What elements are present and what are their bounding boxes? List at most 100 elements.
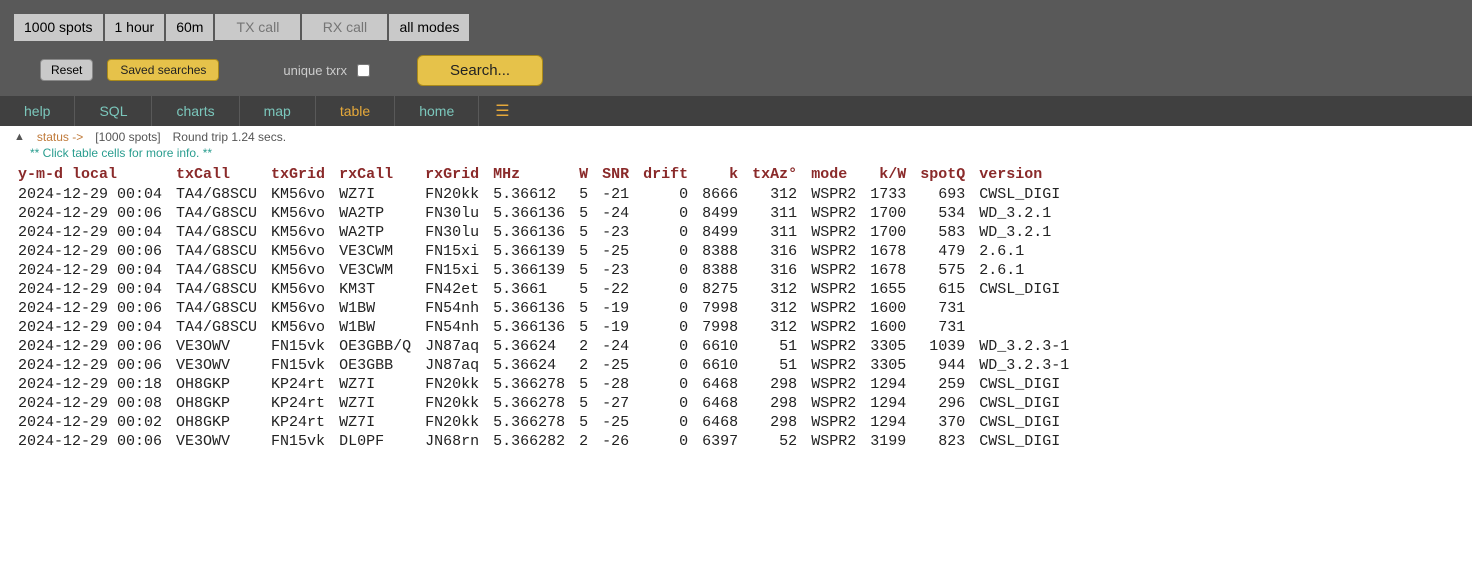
cell-txgrid[interactable]: KM56vo	[267, 223, 335, 242]
cell-snr[interactable]: -24	[598, 204, 639, 223]
cell-k[interactable]: 6397	[698, 432, 748, 451]
nav-charts[interactable]: charts	[152, 96, 239, 126]
cell-spotq[interactable]: 823	[916, 432, 975, 451]
cell-mhz[interactable]: 5.36624	[489, 356, 575, 375]
cell-k[interactable]: 6468	[698, 413, 748, 432]
cell-snr[interactable]: -27	[598, 394, 639, 413]
cell-w[interactable]: 5	[575, 261, 598, 280]
cell-w[interactable]: 5	[575, 242, 598, 261]
cell-mhz[interactable]: 5.3661	[489, 280, 575, 299]
cell-drift[interactable]: 0	[639, 242, 698, 261]
cell-drift[interactable]: 0	[639, 356, 698, 375]
cell-snr[interactable]: -19	[598, 299, 639, 318]
nav-help[interactable]: help	[0, 96, 75, 126]
saved-searches-button[interactable]: Saved searches	[107, 59, 219, 81]
cell-version[interactable]: CWSL_DIGI	[975, 432, 1079, 451]
cell-w[interactable]: 5	[575, 204, 598, 223]
cell-w[interactable]: 5	[575, 318, 598, 337]
cell-mode[interactable]: WSPR2	[807, 413, 866, 432]
cell-mode[interactable]: WSPR2	[807, 299, 866, 318]
cell-mode[interactable]: WSPR2	[807, 204, 866, 223]
cell-txcall[interactable]: OH8GKP	[172, 375, 267, 394]
cell-w[interactable]: 5	[575, 413, 598, 432]
cell-snr[interactable]: -25	[598, 242, 639, 261]
cell-mhz[interactable]: 5.366278	[489, 394, 575, 413]
cell-drift[interactable]: 0	[639, 394, 698, 413]
cell-ts[interactable]: 2024-12-29 00:04	[14, 185, 172, 204]
cell-kw[interactable]: 1700	[866, 204, 916, 223]
nav-home[interactable]: home	[395, 96, 479, 126]
cell-rxcall[interactable]: WZ7I	[335, 413, 421, 432]
time-filter[interactable]: 1 hour	[105, 14, 165, 41]
cell-k[interactable]: 6610	[698, 337, 748, 356]
cell-txcall[interactable]: OH8GKP	[172, 413, 267, 432]
cell-txgrid[interactable]: FN15vk	[267, 356, 335, 375]
cell-kw[interactable]: 1678	[866, 261, 916, 280]
cell-rxcall[interactable]: WA2TP	[335, 204, 421, 223]
cell-ts[interactable]: 2024-12-29 00:18	[14, 375, 172, 394]
cell-rxgrid[interactable]: FN54nh	[421, 318, 489, 337]
cell-spotq[interactable]: 370	[916, 413, 975, 432]
cell-drift[interactable]: 0	[639, 375, 698, 394]
cell-rxgrid[interactable]: JN87aq	[421, 337, 489, 356]
cell-rxgrid[interactable]: FN30lu	[421, 223, 489, 242]
cell-txcall[interactable]: VE3OWV	[172, 432, 267, 451]
cell-mhz[interactable]: 5.36612	[489, 185, 575, 204]
tx-call-input[interactable]	[215, 14, 300, 40]
cell-kw[interactable]: 1294	[866, 375, 916, 394]
cell-txgrid[interactable]: KP24rt	[267, 394, 335, 413]
cell-kw[interactable]: 3305	[866, 356, 916, 375]
cell-k[interactable]: 8388	[698, 261, 748, 280]
cell-version[interactable]: 2.6.1	[975, 242, 1079, 261]
cell-txaz[interactable]: 298	[748, 413, 807, 432]
cell-txcall[interactable]: VE3OWV	[172, 337, 267, 356]
cell-txgrid[interactable]: KP24rt	[267, 413, 335, 432]
cell-mode[interactable]: WSPR2	[807, 394, 866, 413]
cell-txaz[interactable]: 311	[748, 204, 807, 223]
cell-txgrid[interactable]: FN15vk	[267, 432, 335, 451]
col-spotq[interactable]: spotQ	[916, 164, 975, 185]
cell-version[interactable]: WD_3.2.3-1	[975, 337, 1079, 356]
cell-rxcall[interactable]: W1BW	[335, 299, 421, 318]
cell-txcall[interactable]: VE3OWV	[172, 356, 267, 375]
cell-ts[interactable]: 2024-12-29 00:06	[14, 432, 172, 451]
col-rxcall[interactable]: rxCall	[335, 164, 421, 185]
cell-k[interactable]: 8388	[698, 242, 748, 261]
cell-rxgrid[interactable]: FN30lu	[421, 204, 489, 223]
col-snr[interactable]: SNR	[598, 164, 639, 185]
cell-kw[interactable]: 1655	[866, 280, 916, 299]
cell-ts[interactable]: 2024-12-29 00:06	[14, 337, 172, 356]
cell-txaz[interactable]: 311	[748, 223, 807, 242]
cell-txcall[interactable]: TA4/G8SCU	[172, 299, 267, 318]
col-kw[interactable]: k/W	[866, 164, 916, 185]
cell-rxcall[interactable]: WZ7I	[335, 185, 421, 204]
cell-rxgrid[interactable]: FN20kk	[421, 394, 489, 413]
cell-rxcall[interactable]: OE3GBB/Q	[335, 337, 421, 356]
cell-kw[interactable]: 3305	[866, 337, 916, 356]
cell-snr[interactable]: -22	[598, 280, 639, 299]
col-w[interactable]: W	[575, 164, 598, 185]
collapse-icon[interactable]: ▲	[14, 131, 25, 143]
cell-mode[interactable]: WSPR2	[807, 356, 866, 375]
cell-ts[interactable]: 2024-12-29 00:04	[14, 261, 172, 280]
nav-sql[interactable]: SQL	[75, 96, 152, 126]
cell-version[interactable]: WD_3.2.1	[975, 204, 1079, 223]
cell-ts[interactable]: 2024-12-29 00:04	[14, 223, 172, 242]
modes-filter[interactable]: all modes	[389, 14, 469, 41]
cell-kw[interactable]: 1678	[866, 242, 916, 261]
cell-rxgrid[interactable]: FN54nh	[421, 299, 489, 318]
cell-k[interactable]: 6468	[698, 375, 748, 394]
cell-mode[interactable]: WSPR2	[807, 375, 866, 394]
cell-rxcall[interactable]: KM3T	[335, 280, 421, 299]
cell-drift[interactable]: 0	[639, 223, 698, 242]
col-version[interactable]: version	[975, 164, 1079, 185]
cell-k[interactable]: 8499	[698, 204, 748, 223]
cell-version[interactable]: CWSL_DIGI	[975, 394, 1079, 413]
cell-txaz[interactable]: 312	[748, 299, 807, 318]
cell-drift[interactable]: 0	[639, 299, 698, 318]
cell-spotq[interactable]: 731	[916, 318, 975, 337]
cell-w[interactable]: 2	[575, 356, 598, 375]
cell-txaz[interactable]: 298	[748, 394, 807, 413]
cell-drift[interactable]: 0	[639, 204, 698, 223]
cell-drift[interactable]: 0	[639, 185, 698, 204]
